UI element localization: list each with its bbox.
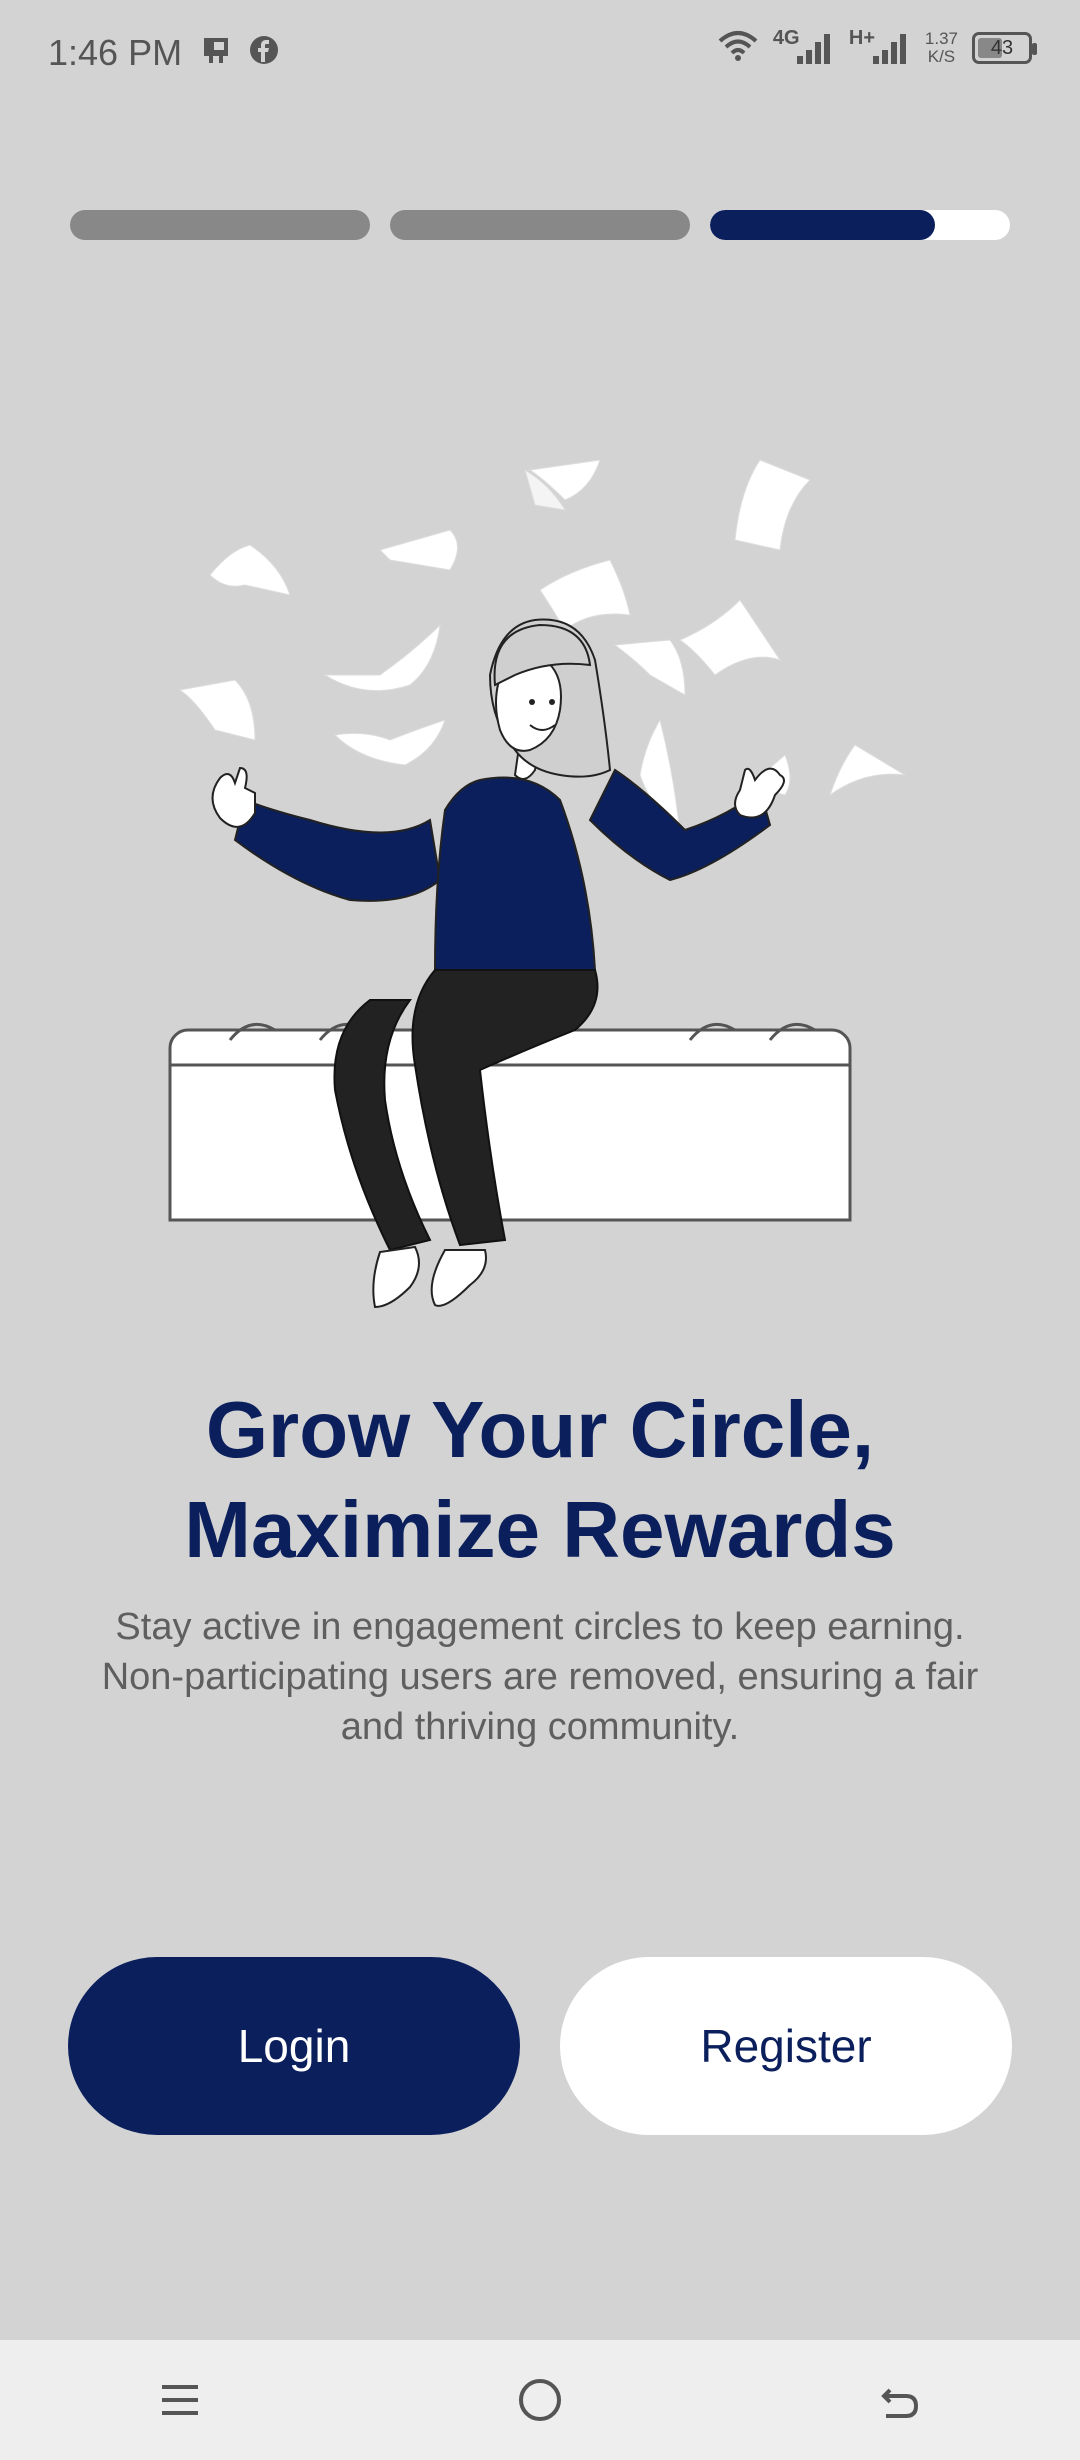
login-button[interactable]: Login bbox=[68, 1957, 520, 2135]
back-icon[interactable] bbox=[870, 2370, 930, 2430]
menu-icon[interactable] bbox=[150, 2370, 210, 2430]
title-line-2: Maximize Rewards bbox=[184, 1485, 896, 1574]
phone-card-icon bbox=[200, 34, 232, 71]
wifi-icon bbox=[717, 29, 759, 68]
battery-level: 43 bbox=[990, 37, 1014, 59]
register-button[interactable]: Register bbox=[560, 1957, 1012, 2135]
progress-step-3 bbox=[710, 210, 1010, 240]
status-bar: 1:46 PM 4G H+ 1.37 K/S 43 bbox=[0, 0, 1080, 110]
hero-illustration bbox=[160, 440, 940, 1320]
system-nav-bar bbox=[0, 2340, 1080, 2460]
title-line-1: Grow Your Circle, bbox=[205, 1385, 875, 1474]
signal-icon bbox=[796, 34, 830, 64]
onboarding-progress bbox=[70, 210, 1010, 240]
signal-icon bbox=[872, 34, 906, 64]
signal-hplus: H+ bbox=[849, 28, 911, 68]
page-title: Grow Your Circle, Maximize Rewards bbox=[0, 1380, 1080, 1580]
home-icon[interactable] bbox=[510, 2370, 570, 2430]
progress-step-2 bbox=[390, 210, 690, 240]
progress-step-1 bbox=[70, 210, 370, 240]
facebook-icon bbox=[248, 34, 280, 71]
network-speed: 1.37 K/S bbox=[925, 30, 958, 66]
battery-icon: 43 bbox=[972, 32, 1037, 64]
status-right: 4G H+ 1.37 K/S 43 bbox=[717, 28, 1037, 68]
speed-unit: K/S bbox=[927, 47, 956, 66]
signal-4g: 4G bbox=[773, 28, 835, 68]
progress-step-3-fill bbox=[710, 210, 935, 240]
page-description: Stay active in engagement circles to kee… bbox=[101, 1606, 979, 1748]
status-time: 1:46 PM bbox=[48, 32, 183, 73]
speed-value: 1.37 bbox=[924, 29, 958, 48]
